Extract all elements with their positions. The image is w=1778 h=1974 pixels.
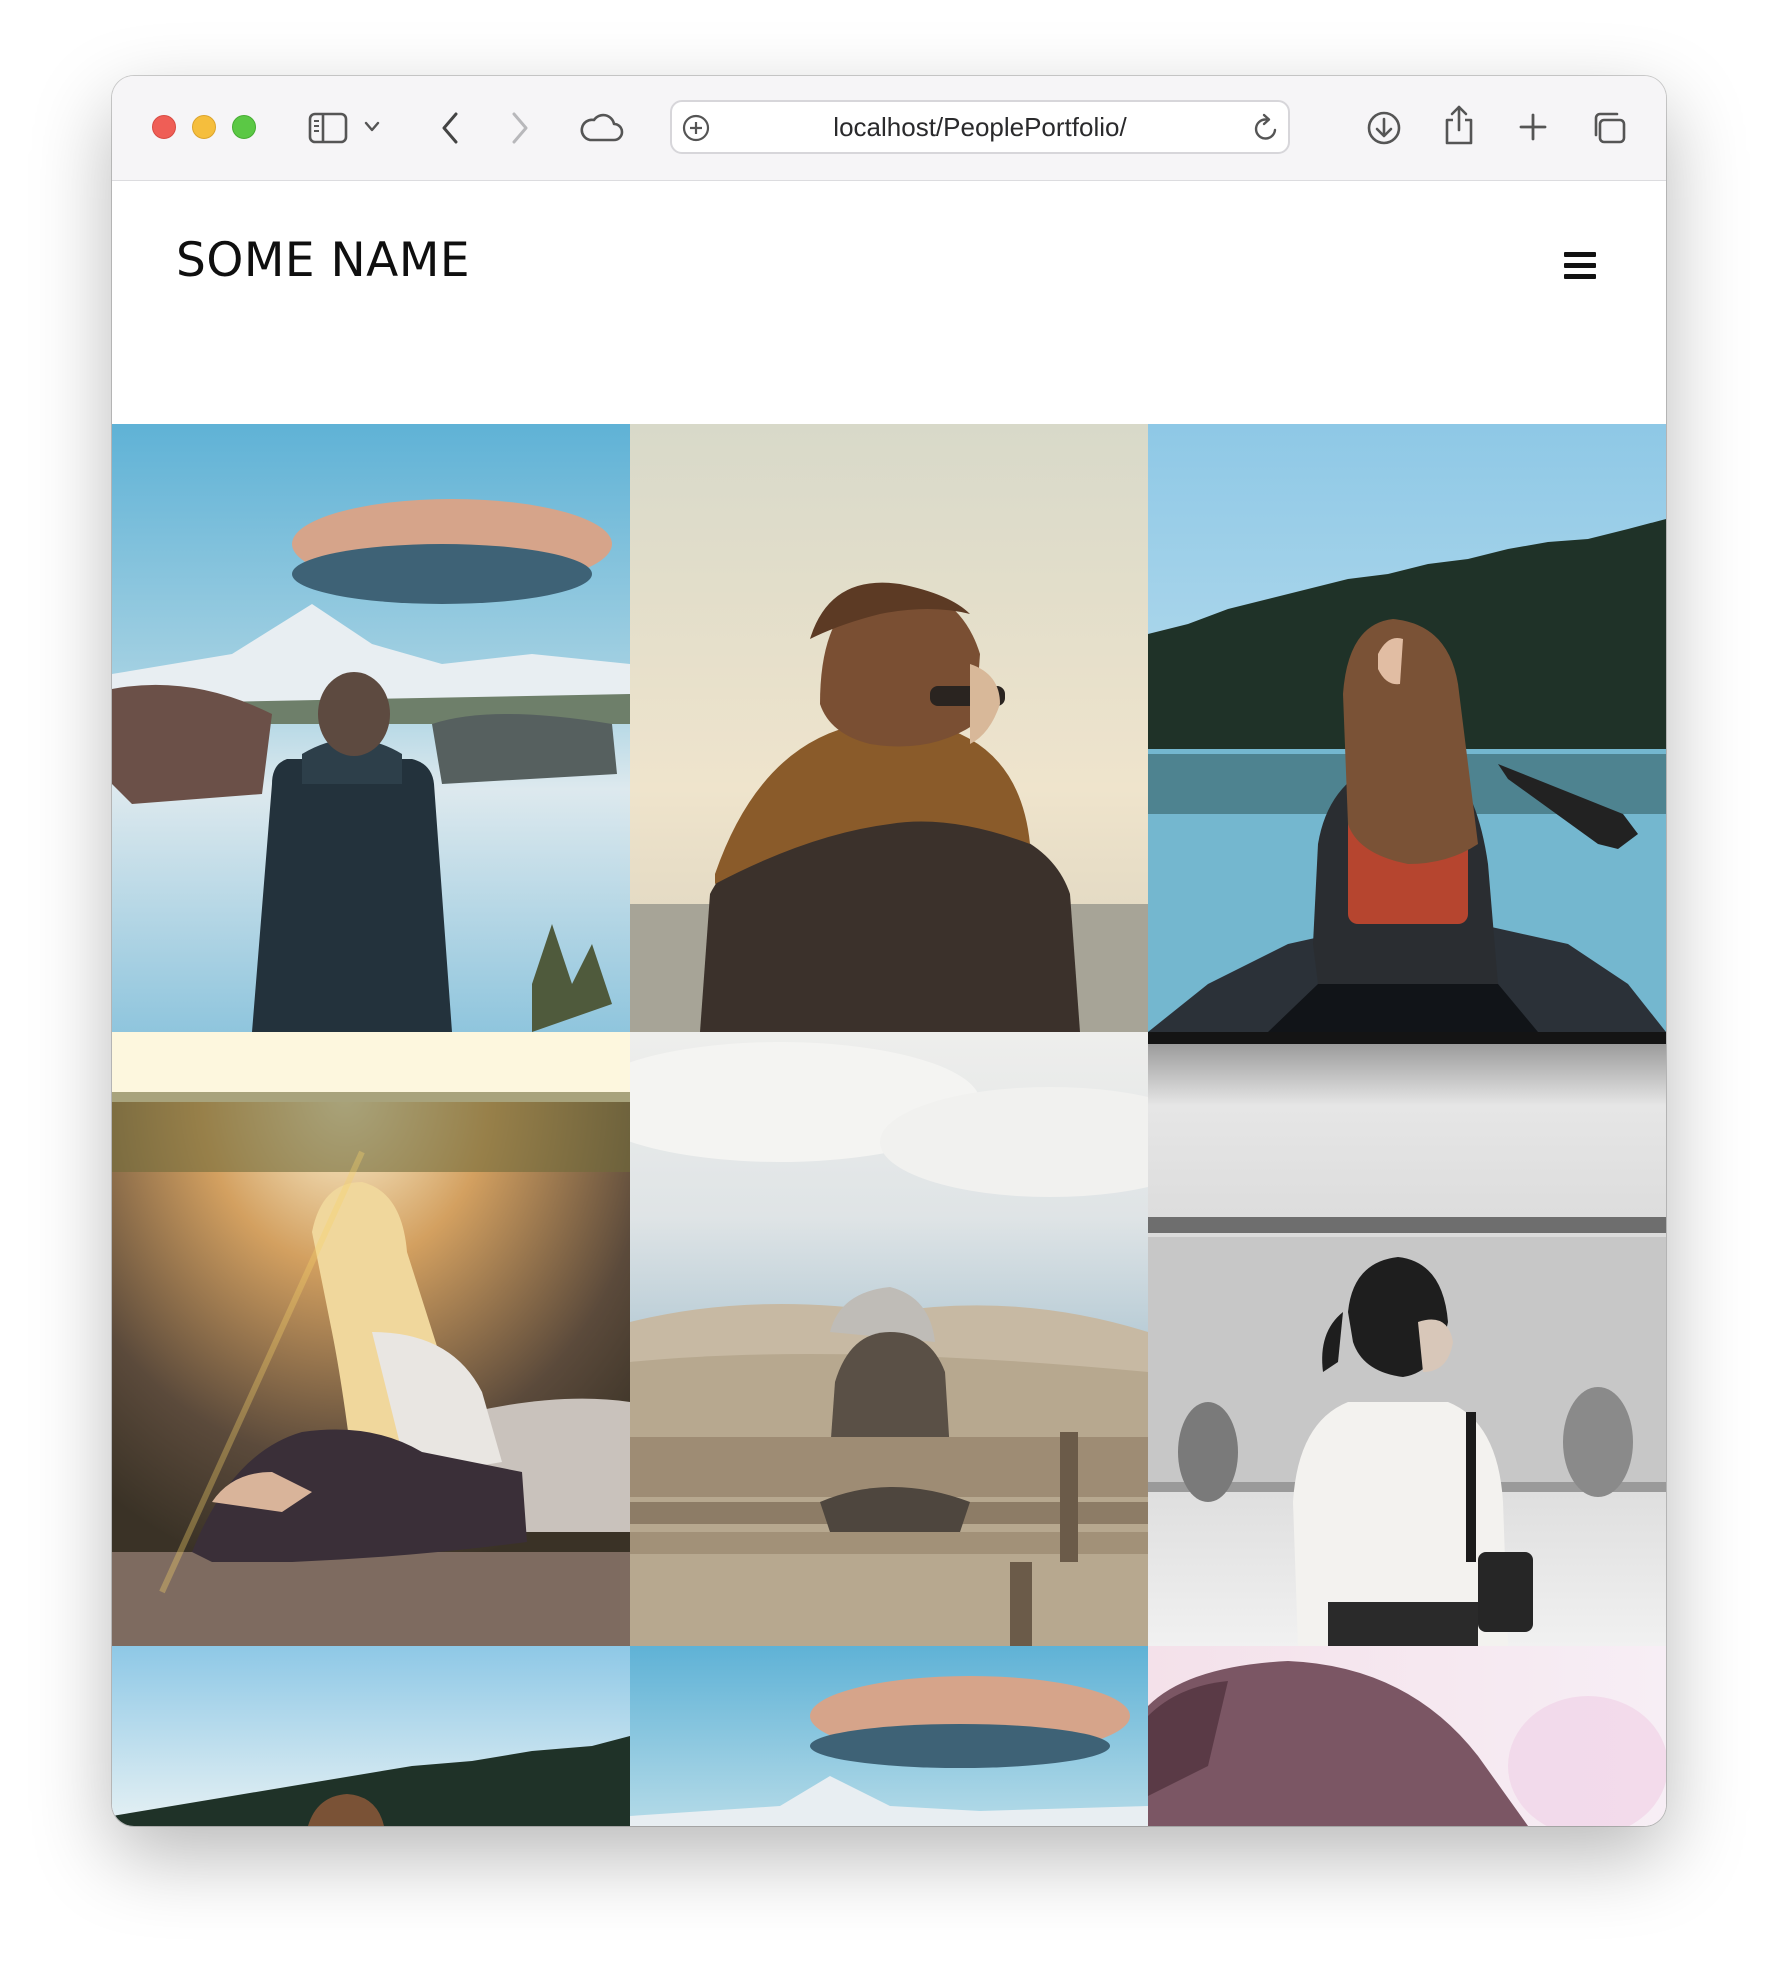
photo-tile[interactable]: [1148, 1646, 1666, 1826]
download-icon[interactable]: [1366, 110, 1402, 146]
browser-toolbar: localhost/PeoplePortfolio/: [112, 76, 1666, 181]
photo-person-bench: [630, 1032, 1148, 1646]
page-content: SOME NAME: [112, 181, 1666, 1826]
sidebar-icon[interactable]: [308, 112, 348, 144]
photo-gallery: [112, 424, 1666, 1826]
share-icon[interactable]: [1442, 104, 1476, 146]
photo-tile[interactable]: [630, 1646, 1148, 1826]
photo-tile[interactable]: [1148, 1032, 1666, 1646]
chevron-down-icon[interactable]: [364, 120, 380, 134]
photo-cloud-mountain-cropped: [630, 1646, 1148, 1826]
photo-woman-subway: [1148, 1032, 1666, 1646]
address-bar[interactable]: localhost/PeoplePortfolio/: [670, 100, 1290, 154]
browser-window: localhost/PeoplePortfolio/ SOME NAME: [112, 76, 1666, 1826]
photo-tile[interactable]: [1148, 424, 1666, 1032]
tabs-overview-icon[interactable]: [1590, 110, 1628, 146]
photo-tile[interactable]: [112, 1032, 630, 1646]
photo-man-puffer-jacket: [112, 424, 630, 1032]
photo-tile[interactable]: [112, 1646, 630, 1826]
close-window-button[interactable]: [152, 115, 176, 139]
url-text: localhost/PeoplePortfolio/: [833, 112, 1127, 142]
photo-woman-canoe: [1148, 424, 1666, 1032]
hamburger-menu-icon[interactable]: [1564, 251, 1596, 281]
photo-woman-sunlight: [112, 1032, 630, 1646]
zoom-window-button[interactable]: [232, 115, 256, 139]
forward-icon[interactable]: [508, 110, 532, 146]
site-title[interactable]: SOME NAME: [176, 233, 470, 288]
minimize-window-button[interactable]: [192, 115, 216, 139]
photo-canoe-lake-cropped: [112, 1646, 630, 1826]
new-tab-icon[interactable]: [1518, 112, 1548, 142]
photo-person-scarf-sunglasses: [630, 424, 1148, 1032]
photo-head-closeup: [1148, 1646, 1666, 1826]
back-icon[interactable]: [438, 110, 462, 146]
photo-tile[interactable]: [112, 424, 630, 1032]
photo-tile[interactable]: [630, 1032, 1148, 1646]
reload-icon[interactable]: [1252, 113, 1280, 143]
cloud-icon[interactable]: [578, 110, 624, 144]
photo-tile[interactable]: [630, 424, 1148, 1032]
